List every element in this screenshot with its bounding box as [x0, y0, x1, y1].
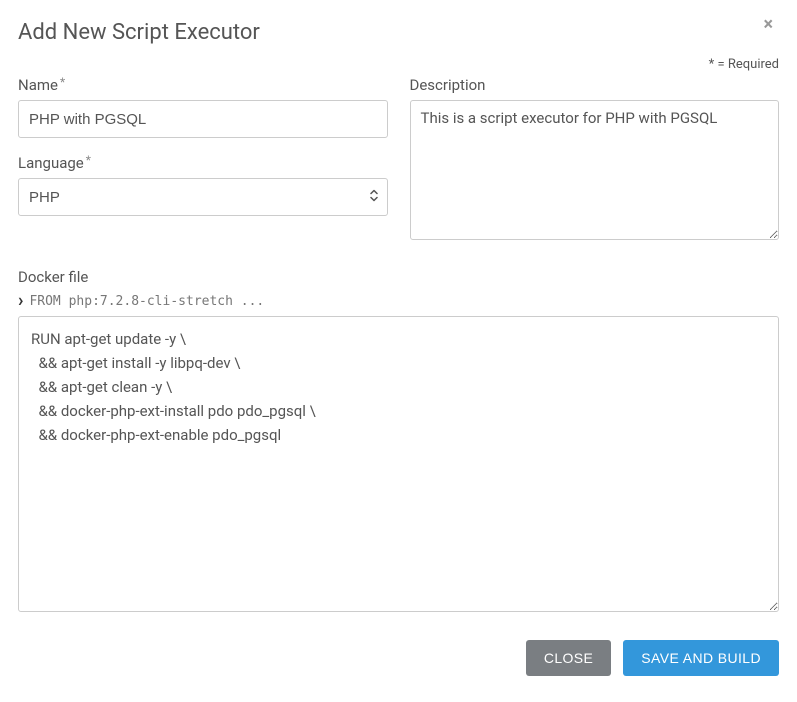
name-input[interactable]	[18, 100, 388, 138]
dockerfile-label: Docker file	[18, 268, 779, 286]
chevron-right-icon: ›	[18, 292, 23, 310]
modal-title: Add New Script Executor	[18, 20, 260, 45]
description-textarea[interactable]	[410, 100, 780, 240]
dockerfile-textarea[interactable]	[18, 316, 779, 612]
dockerfile-hint-toggle[interactable]: › FROM php:7.2.8-cli-stretch ...	[18, 292, 779, 310]
close-icon[interactable]: ×	[757, 14, 779, 36]
dockerfile-hint-text: FROM php:7.2.8-cli-stretch ...	[29, 294, 264, 309]
name-label: Name*	[18, 76, 388, 94]
required-asterisk-icon: *	[60, 75, 65, 89]
close-button[interactable]: CLOSE	[526, 640, 611, 676]
required-asterisk-icon: *	[86, 153, 91, 167]
language-select[interactable]: PHP	[18, 178, 388, 216]
save-and-build-button[interactable]: SAVE AND BUILD	[623, 640, 779, 676]
description-label: Description	[410, 76, 780, 94]
language-label: Language*	[18, 154, 388, 172]
required-note: * = Required	[18, 57, 779, 72]
